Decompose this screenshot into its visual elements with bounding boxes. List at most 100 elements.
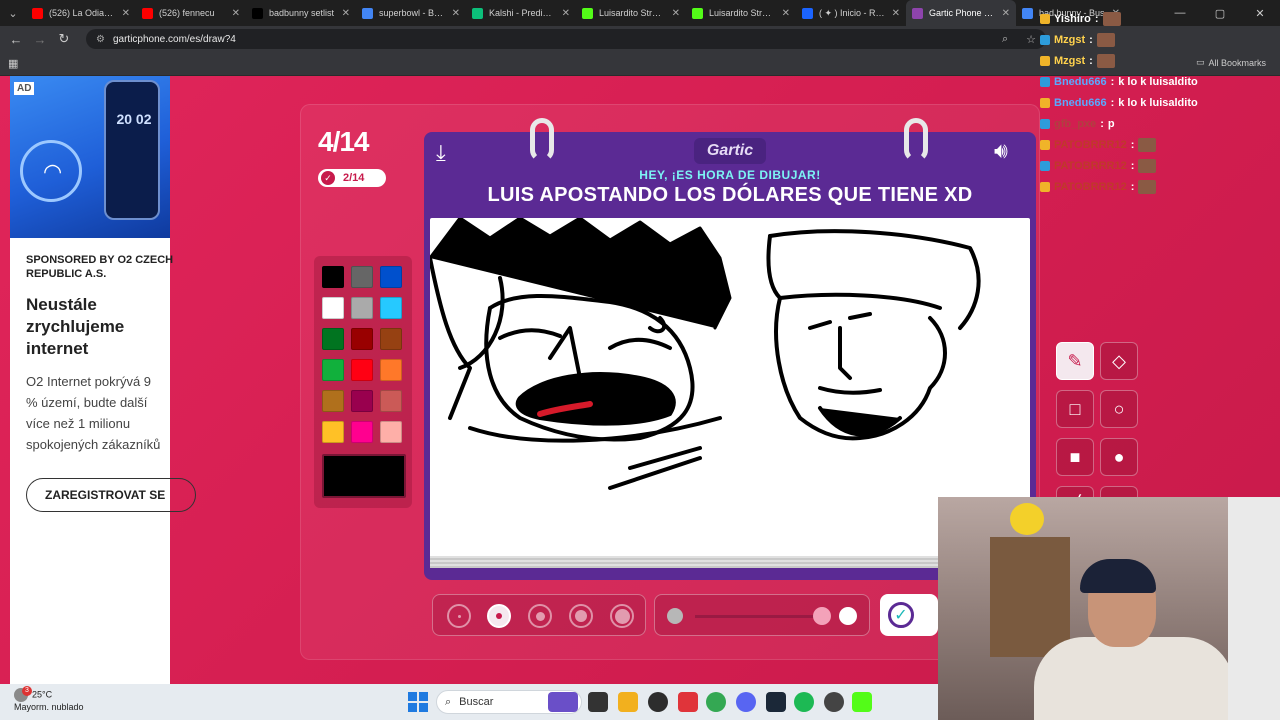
address-bar[interactable]: ⚙ garticphone.com/es/draw?4 ⌕ ☆ xyxy=(86,29,1046,49)
done-button[interactable]: ✓ xyxy=(880,594,938,636)
color-swatch[interactable] xyxy=(380,390,402,412)
brush-size-bar xyxy=(432,594,646,636)
brush-size-3[interactable] xyxy=(528,604,552,628)
reload-icon[interactable]: ↻ xyxy=(54,29,74,49)
color-swatch[interactable] xyxy=(322,328,344,350)
browser-tab[interactable]: Gartic Phone - Tel ✕ xyxy=(906,0,1016,26)
tab-close-icon[interactable]: ✕ xyxy=(452,8,460,19)
taskbar-spotify-icon[interactable] xyxy=(794,692,814,712)
windows-start-icon[interactable] xyxy=(408,692,428,712)
back-icon[interactable]: ← xyxy=(6,29,26,49)
chat-message: Bnedu666 :k lo k luisaldito xyxy=(1040,92,1280,113)
chat-separator: : xyxy=(1110,96,1115,109)
browser-tab[interactable]: Luisardito Stream ✕ xyxy=(686,0,796,26)
color-swatch[interactable] xyxy=(351,359,373,381)
webcam-overlay xyxy=(938,497,1280,720)
chat-text: k lo k luisaldito xyxy=(1118,96,1198,109)
browser-tab[interactable]: badbunny setlist ✕ xyxy=(246,0,356,26)
browser-tab[interactable]: Luisardito Stream ✕ xyxy=(576,0,686,26)
taskbar-chrome-icon[interactable] xyxy=(706,692,726,712)
brush-size-4[interactable] xyxy=(569,604,593,628)
color-swatch[interactable] xyxy=(351,390,373,412)
color-swatch[interactable] xyxy=(322,390,344,412)
ad-body: O2 Internet pokrývá 9 % území, budte dal… xyxy=(26,371,186,455)
taskbar-discord-icon[interactable] xyxy=(736,692,756,712)
brush-size-1[interactable] xyxy=(447,604,471,628)
eraser-tool-button[interactable]: ◇ xyxy=(1100,342,1138,380)
ellipse-tool-button[interactable]: ○ xyxy=(1100,390,1138,428)
brush-size-5[interactable] xyxy=(610,604,634,628)
browser-tab[interactable]: ( ✦ ) Inicio - Roblo ✕ xyxy=(796,0,906,26)
sound-icon[interactable]: 🔊︎ xyxy=(994,138,1008,164)
browser-tab[interactable]: Kalshi - Prediction ✕ xyxy=(466,0,576,26)
tab-close-icon[interactable]: ✕ xyxy=(232,8,240,19)
color-swatch[interactable] xyxy=(322,421,344,443)
taskbar-app-red-icon[interactable] xyxy=(678,692,698,712)
color-swatch[interactable] xyxy=(322,359,344,381)
taskbar-kick-icon[interactable] xyxy=(852,692,872,712)
chat-badge-icon xyxy=(1040,34,1050,45)
color-swatch[interactable] xyxy=(380,359,402,381)
tab-close-icon[interactable]: ✕ xyxy=(1002,8,1010,19)
taskbar-file-explorer-icon[interactable] xyxy=(618,692,638,712)
circle-outline-icon: ○ xyxy=(1113,398,1125,419)
tab-close-icon[interactable]: ✕ xyxy=(782,8,790,19)
color-swatch[interactable] xyxy=(322,266,344,288)
taskbar-search-label: Buscar xyxy=(459,696,494,708)
filled-ellipse-tool-button[interactable]: ● xyxy=(1100,438,1138,476)
tab-close-icon[interactable]: ✕ xyxy=(672,8,680,19)
color-swatch[interactable] xyxy=(380,297,402,319)
weather-widget[interactable]: 3 25°C Mayorm. nublado xyxy=(14,686,84,713)
draw-hint: HEY, ¡ES HORA DE DIBUJAR! xyxy=(639,168,821,182)
tab-close-icon[interactable]: ✕ xyxy=(562,8,570,19)
taskbar-app-window-icon[interactable] xyxy=(588,692,608,712)
ad-register-button[interactable]: ZAREGISTROVAT SE xyxy=(26,478,196,512)
chat-emote-icon xyxy=(1138,179,1157,194)
windows-taskbar: 3 25°C Mayorm. nublado ⌕ Buscar xyxy=(0,684,938,720)
taskbar-app-game-icon[interactable] xyxy=(548,692,578,712)
tab-close-icon[interactable]: ✕ xyxy=(122,8,130,19)
pencil-icon: ✎ xyxy=(1067,350,1083,371)
drawing-prompt: LUIS APOSTANDO LOS DÓLARES QUE TIENE XD xyxy=(487,184,973,206)
opacity-slider-track[interactable] xyxy=(695,615,823,618)
pen-tool-button[interactable]: ✎ xyxy=(1056,342,1094,380)
chat-emote-icon xyxy=(1102,11,1121,26)
tab-search-icon[interactable]: ⌄ xyxy=(0,0,26,26)
weather-badge: 3 xyxy=(22,686,32,696)
browser-tab[interactable]: superbowl - Busca ✕ xyxy=(356,0,466,26)
color-swatch[interactable] xyxy=(380,421,402,443)
square-outline-icon: □ xyxy=(1069,398,1081,419)
filled-rectangle-tool-button[interactable]: ■ xyxy=(1056,438,1094,476)
color-swatch[interactable] xyxy=(380,266,402,288)
color-swatch[interactable] xyxy=(351,266,373,288)
browser-tab[interactable]: (526) fennecu ✕ xyxy=(136,0,246,26)
color-swatch[interactable] xyxy=(351,328,373,350)
chat-separator: : xyxy=(1089,54,1093,67)
apps-grid-icon[interactable]: ▦ xyxy=(8,57,18,70)
gartic-logo: Gartic xyxy=(694,138,766,164)
chat-message: gfb_pxe :p xyxy=(1040,113,1280,134)
weather-temp: 25°C xyxy=(32,689,53,700)
chat-emote-icon xyxy=(1138,158,1157,173)
taskbar-xbox-icon[interactable] xyxy=(648,692,668,712)
opacity-slider-handle[interactable] xyxy=(813,607,831,625)
browser-tab[interactable]: (526) La Odian Po ✕ xyxy=(26,0,136,26)
color-swatch[interactable] xyxy=(351,297,373,319)
wifi-gauge-icon: ◠ xyxy=(20,140,82,202)
ad-sponsor: SPONSORED BY O2 CZECH REPUBLIC A.S. xyxy=(26,254,174,280)
site-info-icon[interactable]: ⚙ xyxy=(96,34,105,45)
download-icon[interactable]: ⤓ xyxy=(436,140,446,166)
sidebar-ad[interactable]: AD ◠ 20 02 SPONSORED BY O2 CZECH REPUBLI… xyxy=(10,76,196,684)
rectangle-tool-button[interactable]: □ xyxy=(1056,390,1094,428)
tab-close-icon[interactable]: ✕ xyxy=(892,8,900,19)
color-swatch[interactable] xyxy=(380,328,402,350)
color-swatch[interactable] xyxy=(351,421,373,443)
color-swatch[interactable] xyxy=(322,297,344,319)
bookmark-star-icon[interactable]: ☆ xyxy=(1026,33,1036,46)
taskbar-obs-icon[interactable] xyxy=(824,692,844,712)
tab-close-icon[interactable]: ✕ xyxy=(342,8,350,19)
taskbar-steam-icon[interactable] xyxy=(766,692,786,712)
forward-icon[interactable]: → xyxy=(30,29,50,49)
zoom-icon[interactable]: ⌕ xyxy=(1002,33,1008,46)
brush-size-2[interactable] xyxy=(487,604,511,628)
